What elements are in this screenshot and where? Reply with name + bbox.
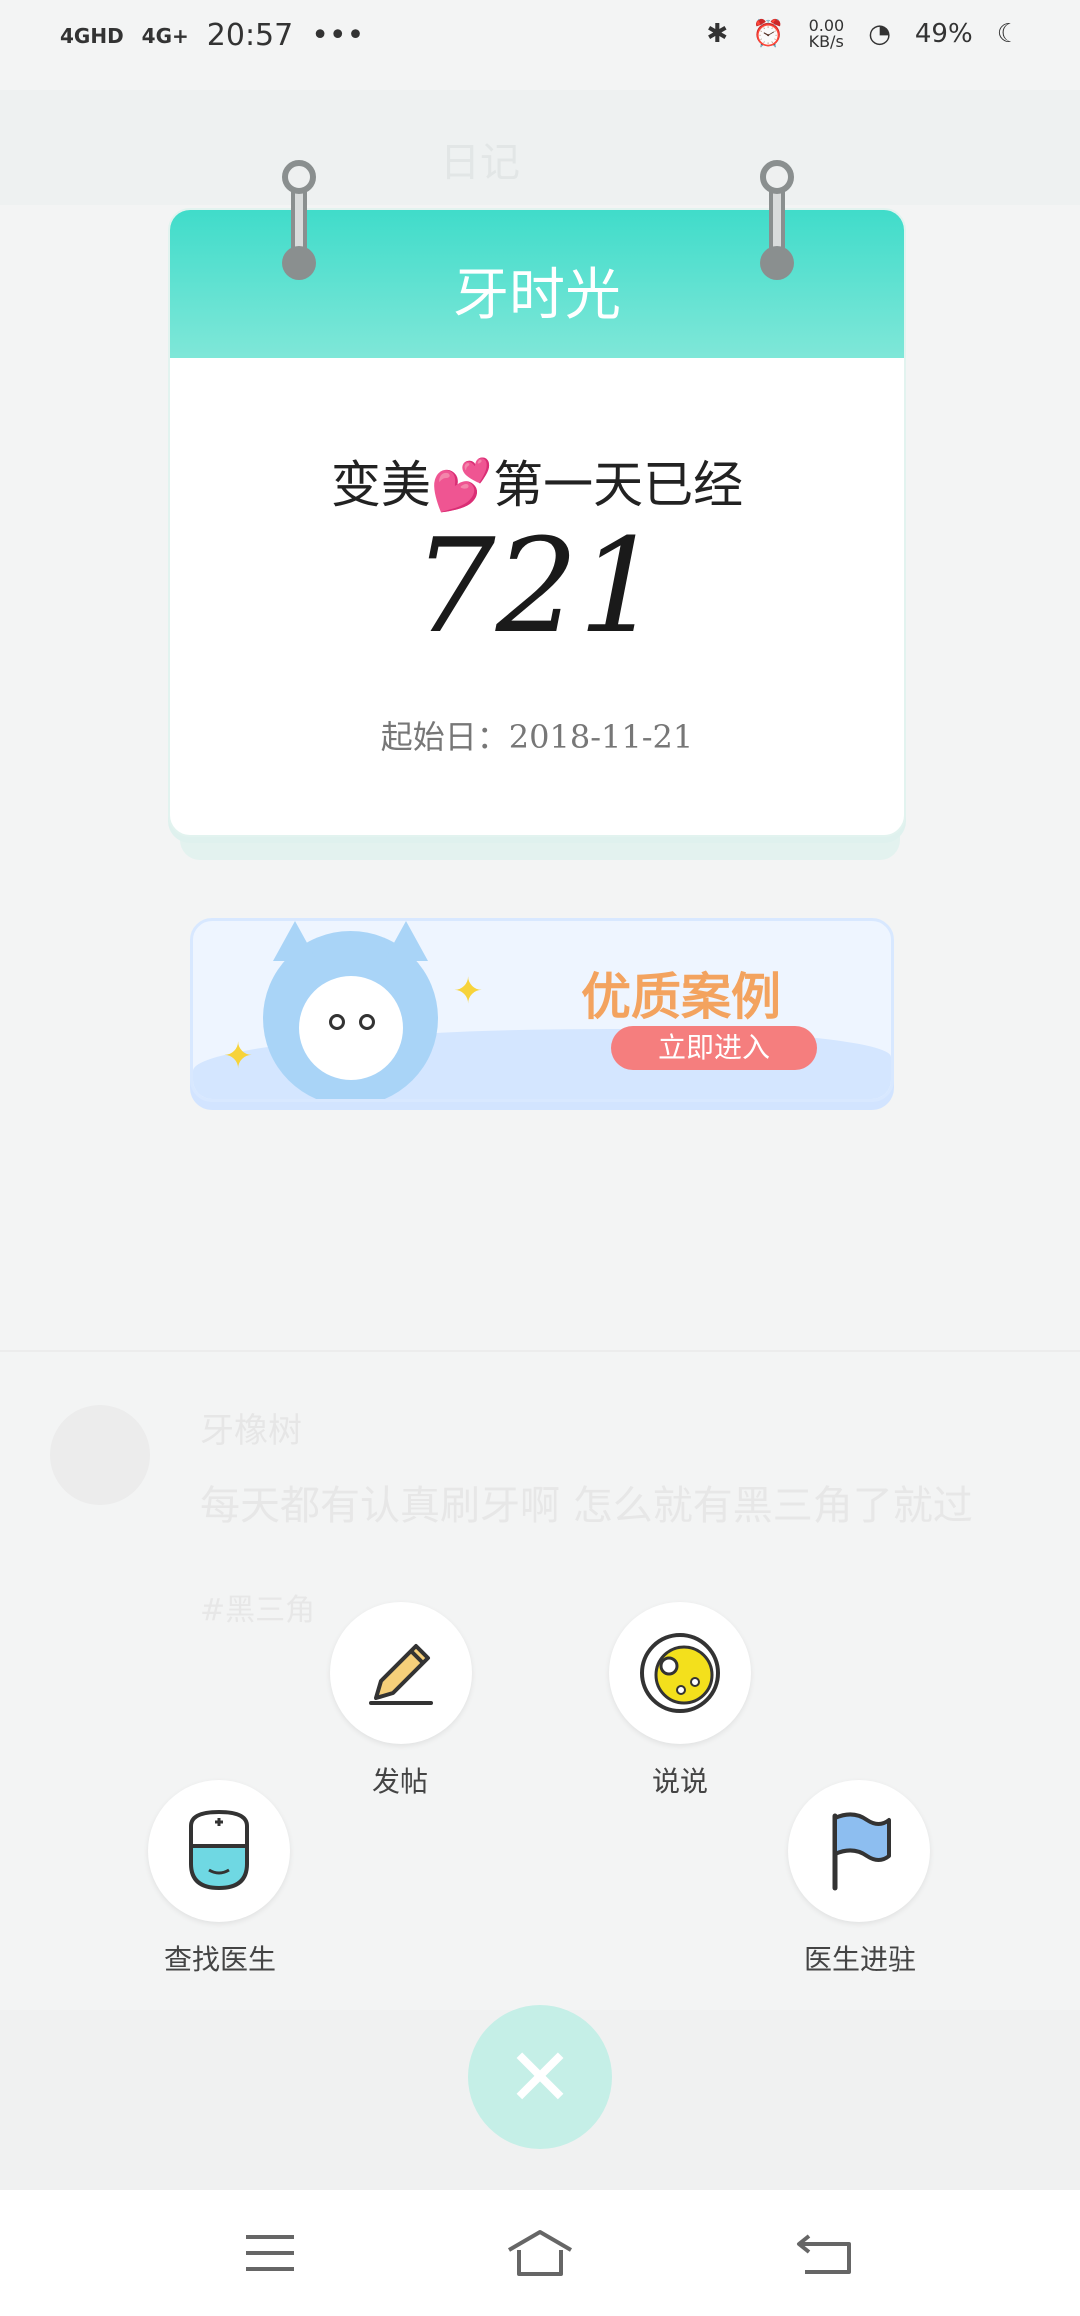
- more-dots: •••: [311, 18, 365, 53]
- bg-post-tag: #黑三角: [200, 1593, 316, 1628]
- home-nav-button[interactable]: [500, 2220, 580, 2286]
- doctor-icon: [189, 1809, 249, 1891]
- post-button[interactable]: [330, 1602, 472, 1744]
- sparkle-icon: ✦: [223, 1036, 254, 1077]
- net-speed: 0.00 KB/s: [809, 18, 845, 50]
- quality-cases-banner[interactable]: ✦ ✦ 优质案例 立即进入: [190, 918, 894, 1102]
- days-caption-end: 第一天已经: [493, 456, 744, 514]
- back-nav-button[interactable]: [785, 2220, 865, 2286]
- calendar-ring-right: [760, 160, 794, 280]
- status-bar: 4GHD 4G+ 20:57 ••• ✱ ⏰ 0.00 KB/s ◔ 49% ☾: [0, 0, 1080, 80]
- net-speed-unit: KB/s: [808, 32, 844, 51]
- doctor-join-button[interactable]: [788, 1780, 930, 1922]
- mascot-image: [263, 921, 438, 1099]
- bg-separator: [0, 1350, 1080, 1352]
- moon-icon: ☾: [996, 19, 1020, 49]
- close-icon: ✕: [506, 2030, 574, 2124]
- menu-nav-button[interactable]: [230, 2220, 310, 2286]
- banner-title: 优质案例: [581, 968, 781, 1026]
- post-label: 发帖: [371, 1765, 428, 1798]
- days-count: 721: [412, 510, 662, 662]
- network-indicator-1: 4GHD: [60, 23, 124, 48]
- back-icon: [797, 2234, 851, 2274]
- start-date: 起始日：2018-11-21: [170, 712, 904, 758]
- say-button[interactable]: [609, 1602, 751, 1744]
- find-doctor-button[interactable]: [148, 1780, 290, 1922]
- days-caption-start: 变美: [330, 456, 431, 514]
- home-icon: [507, 2230, 573, 2276]
- doctor-join-label: 医生进驻: [803, 1943, 916, 1976]
- system-nav-bar: [0, 2190, 1080, 2316]
- flag-icon: [832, 1812, 891, 1891]
- bluetooth-icon: ✱: [706, 19, 729, 49]
- start-date-value: 2018-11-21: [508, 718, 694, 756]
- days-caption: 变美💕第一天已经: [170, 445, 904, 517]
- menu-icon: [246, 2235, 294, 2271]
- enter-now-button[interactable]: 立即进入: [611, 1026, 817, 1070]
- say-label: 说说: [651, 1765, 708, 1798]
- battery-level: 49%: [914, 19, 973, 49]
- bg-post-author: 牙橡树: [200, 1411, 302, 1451]
- pencil-icon: [369, 1644, 433, 1705]
- bg-avatar: [50, 1405, 150, 1505]
- heart-icon: 💕: [430, 456, 494, 514]
- bg-header: [0, 90, 1080, 205]
- bubble-icon: [640, 1633, 720, 1713]
- wifi-icon: ◔: [868, 19, 891, 49]
- calendar-ring-left: [282, 160, 316, 280]
- clock: 20:57: [206, 18, 294, 53]
- start-date-label: 起始日：: [380, 718, 509, 756]
- bg-title: 日记: [440, 140, 520, 186]
- find-doctor-label: 查找医生: [163, 1943, 276, 1976]
- close-menu-button[interactable]: ✕: [468, 2005, 612, 2149]
- calendar-card: 牙时光 变美💕第一天已经 721 起始日：2018-11-21: [168, 208, 906, 837]
- sparkle-icon: ✦: [453, 971, 484, 1012]
- alarm-icon: ⏰: [752, 19, 785, 49]
- network-indicator-2: 4G+: [141, 23, 189, 48]
- bg-post-text: 每天都有认真刷牙啊 怎么就有黑三角了就过: [200, 1483, 973, 1529]
